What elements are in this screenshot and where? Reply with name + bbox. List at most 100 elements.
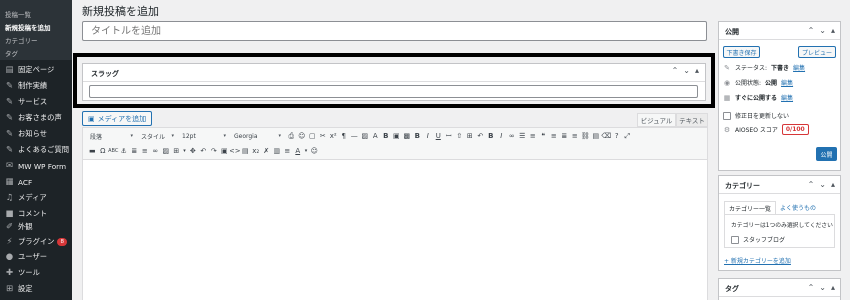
image-icon[interactable]: ▨	[161, 146, 172, 157]
publish-button[interactable]: 公開	[816, 147, 837, 161]
numbered-list-icon[interactable]: ≡	[528, 131, 539, 142]
help-icon[interactable]: ?	[612, 131, 623, 142]
italic-icon[interactable]: I	[496, 131, 507, 142]
caret-up-icon[interactable]: ▴	[831, 180, 835, 189]
text-color-icon[interactable]: A	[370, 131, 381, 142]
category-item[interactable]: スタッフブログ	[731, 235, 785, 244]
font-color-icon[interactable]: A	[293, 146, 304, 157]
link-icon[interactable]: ⛓	[580, 131, 591, 142]
font-size-select[interactable]: 12pt ▾	[179, 131, 227, 142]
chevron-down-icon[interactable]: ⌄	[819, 180, 826, 189]
sidebar-item-testimonials[interactable]: ✎ お客さまの声	[0, 110, 72, 126]
strikethrough-icon[interactable]: ꟷ	[444, 131, 455, 142]
gallery-icon[interactable]: ▩	[402, 131, 413, 142]
sidebar-item-appearance[interactable]: ✐ 外観	[0, 219, 72, 235]
align-center-icon[interactable]: ≣	[559, 131, 570, 142]
link-icon[interactable]: ∞	[507, 131, 518, 142]
bold-icon[interactable]: B	[486, 131, 497, 142]
horizontal-rule-icon[interactable]: ▬	[87, 146, 98, 157]
caret-up-icon[interactable]: ▴	[831, 26, 835, 35]
image-icon[interactable]: ▨	[360, 131, 371, 142]
submenu-item-tags[interactable]: タグ	[5, 48, 18, 58]
add-media-button[interactable]: ▣ メディアを追加	[82, 111, 153, 126]
chevron-up-icon[interactable]: ⌃	[808, 180, 815, 189]
abc-icon[interactable]: ABC	[108, 146, 119, 157]
table-icon[interactable]: ⊞	[465, 131, 476, 142]
cut-icon[interactable]: ✂	[318, 131, 329, 142]
copy-icon[interactable]: ▢	[307, 131, 318, 142]
print-icon[interactable]: ⎙	[286, 131, 297, 142]
italic-icon[interactable]: I	[423, 131, 434, 142]
insert-image-icon[interactable]: ▣	[391, 131, 402, 142]
category-checkbox[interactable]	[731, 235, 739, 244]
upload-icon[interactable]: ⇧	[454, 131, 465, 142]
paste-text-icon[interactable]: ▥	[272, 146, 283, 157]
paragraph-format-select[interactable]: 段落 ▾	[87, 131, 134, 142]
link-icon[interactable]: ∞	[150, 146, 161, 157]
document-icon[interactable]: ▤	[240, 146, 251, 157]
sidebar-item-media[interactable]: ♫ メディア	[0, 190, 72, 206]
emoji-icon[interactable]: ☺	[309, 146, 320, 157]
bold-icon[interactable]: B	[412, 131, 423, 142]
align-left-icon[interactable]: ≡	[549, 131, 560, 142]
emoticon-icon[interactable]: ☺	[297, 131, 308, 142]
align-justify-icon[interactable]: ≡	[282, 146, 293, 157]
preview-button[interactable]: プレビュー	[798, 46, 836, 58]
sidebar-item-pages[interactable]: ▤ 固定ページ	[0, 62, 72, 78]
add-category-link[interactable]: + 新規カテゴリーを追加	[724, 256, 791, 265]
sidebar-item-plugins[interactable]: ⚡ プラグイン 8	[0, 234, 72, 250]
chevron-up-icon[interactable]: ⌃	[672, 66, 679, 75]
slug-input[interactable]	[89, 85, 698, 98]
special-character-icon[interactable]: Ω	[98, 146, 109, 157]
table-icon[interactable]: ⊞	[171, 146, 182, 157]
status-edit-link[interactable]: 編集	[793, 63, 805, 72]
superscript-icon[interactable]: x²	[328, 131, 339, 142]
align-justify-icon[interactable]: ≡	[140, 146, 151, 157]
horizontal-rule-icon[interactable]: —	[349, 131, 360, 142]
sidebar-item-news[interactable]: ✎ お知らせ	[0, 126, 72, 142]
font-family-select[interactable]: Georgia ▾	[231, 131, 282, 142]
caret-up-icon[interactable]: ▴	[831, 283, 835, 292]
undo-icon[interactable]: ↶	[198, 146, 209, 157]
bullet-list-icon[interactable]: ☰	[517, 131, 528, 142]
no-update-row[interactable]: 修正日を更新しない	[723, 111, 789, 120]
blockquote-icon[interactable]: ❝	[538, 131, 549, 142]
tab-visual[interactable]: ビジュアル	[637, 113, 676, 127]
chevron-down-icon[interactable]: ⌄	[819, 283, 826, 292]
align-center-icon[interactable]: ≣	[129, 146, 140, 157]
visibility-edit-link[interactable]: 編集	[781, 78, 793, 87]
post-title-input[interactable]	[82, 21, 707, 41]
sidebar-item-mw-wp-form[interactable]: ✉ MW WP Form	[0, 158, 72, 174]
no-update-checkbox[interactable]	[723, 111, 731, 120]
subscript-icon[interactable]: x₂	[251, 146, 262, 157]
caret-up-icon[interactable]: ▴	[695, 66, 699, 75]
schedule-edit-link[interactable]: 編集	[781, 93, 793, 102]
clear-format-icon[interactable]: ✗	[261, 146, 272, 157]
align-right-icon[interactable]: ≡	[570, 131, 581, 142]
undo-icon[interactable]: ↶	[475, 131, 486, 142]
sidebar-item-settings[interactable]: ⊞ 設定	[0, 281, 72, 297]
paragraph-icon[interactable]: ¶	[339, 131, 350, 142]
sidebar-item-works[interactable]: ✎ 制作実績	[0, 78, 72, 94]
submenu-item-add-new[interactable]: 新規投稿を追加	[5, 22, 51, 32]
bold-icon[interactable]: B	[381, 131, 392, 142]
tab-most-used[interactable]: よく使うもの	[776, 201, 820, 215]
sidebar-item-faq[interactable]: ✎ よくあるご質問	[0, 142, 72, 158]
sidebar-item-tools[interactable]: ✚ ツール	[0, 265, 72, 281]
sidebar-item-services[interactable]: ✎ サービス	[0, 94, 72, 110]
style-select[interactable]: スタイル ▾	[138, 131, 175, 142]
fullscreen-icon[interactable]: ⤢	[622, 131, 633, 142]
chevron-up-icon[interactable]: ⌃	[808, 283, 815, 292]
anchor-icon[interactable]: ⚓	[119, 146, 130, 157]
sidebar-item-acf[interactable]: ▦ ACF	[0, 174, 72, 190]
tab-all-categories[interactable]: カテゴリー一覧	[724, 201, 777, 215]
code-icon[interactable]: <>	[230, 146, 241, 157]
chevron-down-icon[interactable]: ⌄	[683, 66, 690, 75]
chevron-up-icon[interactable]: ⌃	[808, 26, 815, 35]
submenu-item-all-posts[interactable]: 投稿一覧	[5, 9, 31, 19]
eraser-icon[interactable]: ⌫	[601, 131, 612, 142]
aioseo-score-badge[interactable]: 0/100	[781, 124, 809, 135]
sidebar-item-users[interactable]: ● ユーザー	[0, 249, 72, 265]
read-more-icon[interactable]: ▤	[591, 131, 602, 142]
move-icon[interactable]: ✥	[188, 146, 199, 157]
